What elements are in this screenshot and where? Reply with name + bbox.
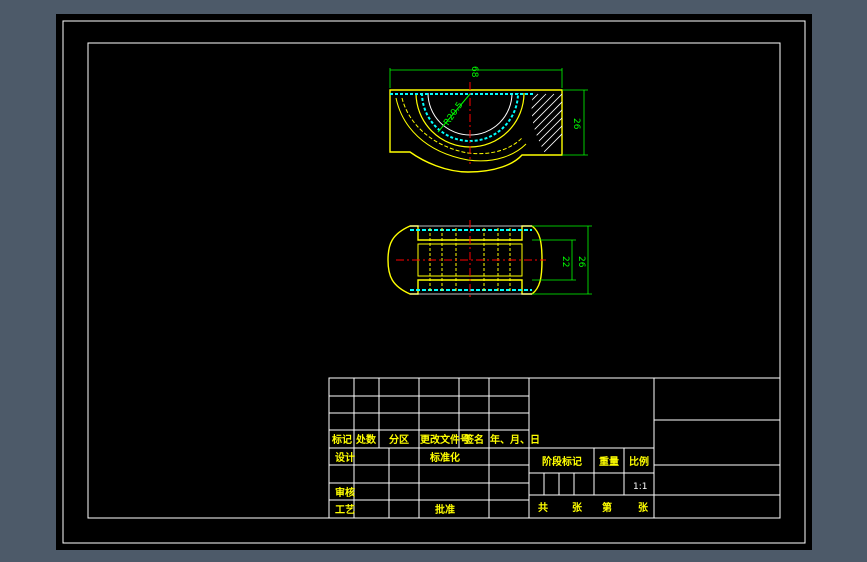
side-view: 22 26 bbox=[387, 220, 592, 300]
radius-label: R20.5 bbox=[442, 100, 465, 127]
cad-drawing: R20.5 68 26 22 26 标记 处数 分区 更改文件号 签名 年、月、… bbox=[62, 20, 806, 544]
sheets-unit-label: 张 bbox=[572, 501, 583, 514]
top-view: R20.5 68 26 bbox=[389, 66, 588, 173]
rev-count-header: 处数 bbox=[355, 433, 377, 446]
side-inner-label: 22 bbox=[560, 256, 570, 267]
title-block bbox=[328, 377, 781, 519]
scale-value: 1:1 bbox=[633, 482, 647, 492]
rev-mark-header: 标记 bbox=[331, 433, 352, 446]
scale-label: 比例 bbox=[629, 455, 649, 468]
standardization-label: 标准化 bbox=[429, 451, 460, 464]
side-outer-label: 26 bbox=[576, 256, 586, 268]
rev-zone-header: 分区 bbox=[389, 433, 409, 446]
review-label: 审核 bbox=[335, 486, 355, 499]
approve-label: 批准 bbox=[435, 503, 455, 516]
sheets-total-label: 共 bbox=[538, 501, 548, 514]
stage-mark-label: 阶段标记 bbox=[542, 455, 582, 468]
drawing-viewport[interactable]: R20.5 68 26 22 26 标记 处数 分区 更改文件号 签名 年、月、… bbox=[56, 14, 812, 550]
process-label: 工艺 bbox=[335, 503, 355, 516]
sheets-unit2-label: 张 bbox=[638, 501, 649, 514]
height-label: 26 bbox=[571, 118, 581, 130]
rev-date-header: 年、月、日 bbox=[490, 433, 540, 446]
housing-outline bbox=[389, 89, 563, 173]
rev-change-doc-header: 更改文件号 bbox=[420, 433, 470, 446]
width-label: 68 bbox=[469, 66, 479, 78]
design-label: 设计 bbox=[335, 451, 355, 464]
sheets-nth-label: 第 bbox=[602, 501, 612, 514]
weight-label: 重量 bbox=[599, 455, 619, 468]
rev-signature-header: 签名 bbox=[463, 433, 484, 446]
